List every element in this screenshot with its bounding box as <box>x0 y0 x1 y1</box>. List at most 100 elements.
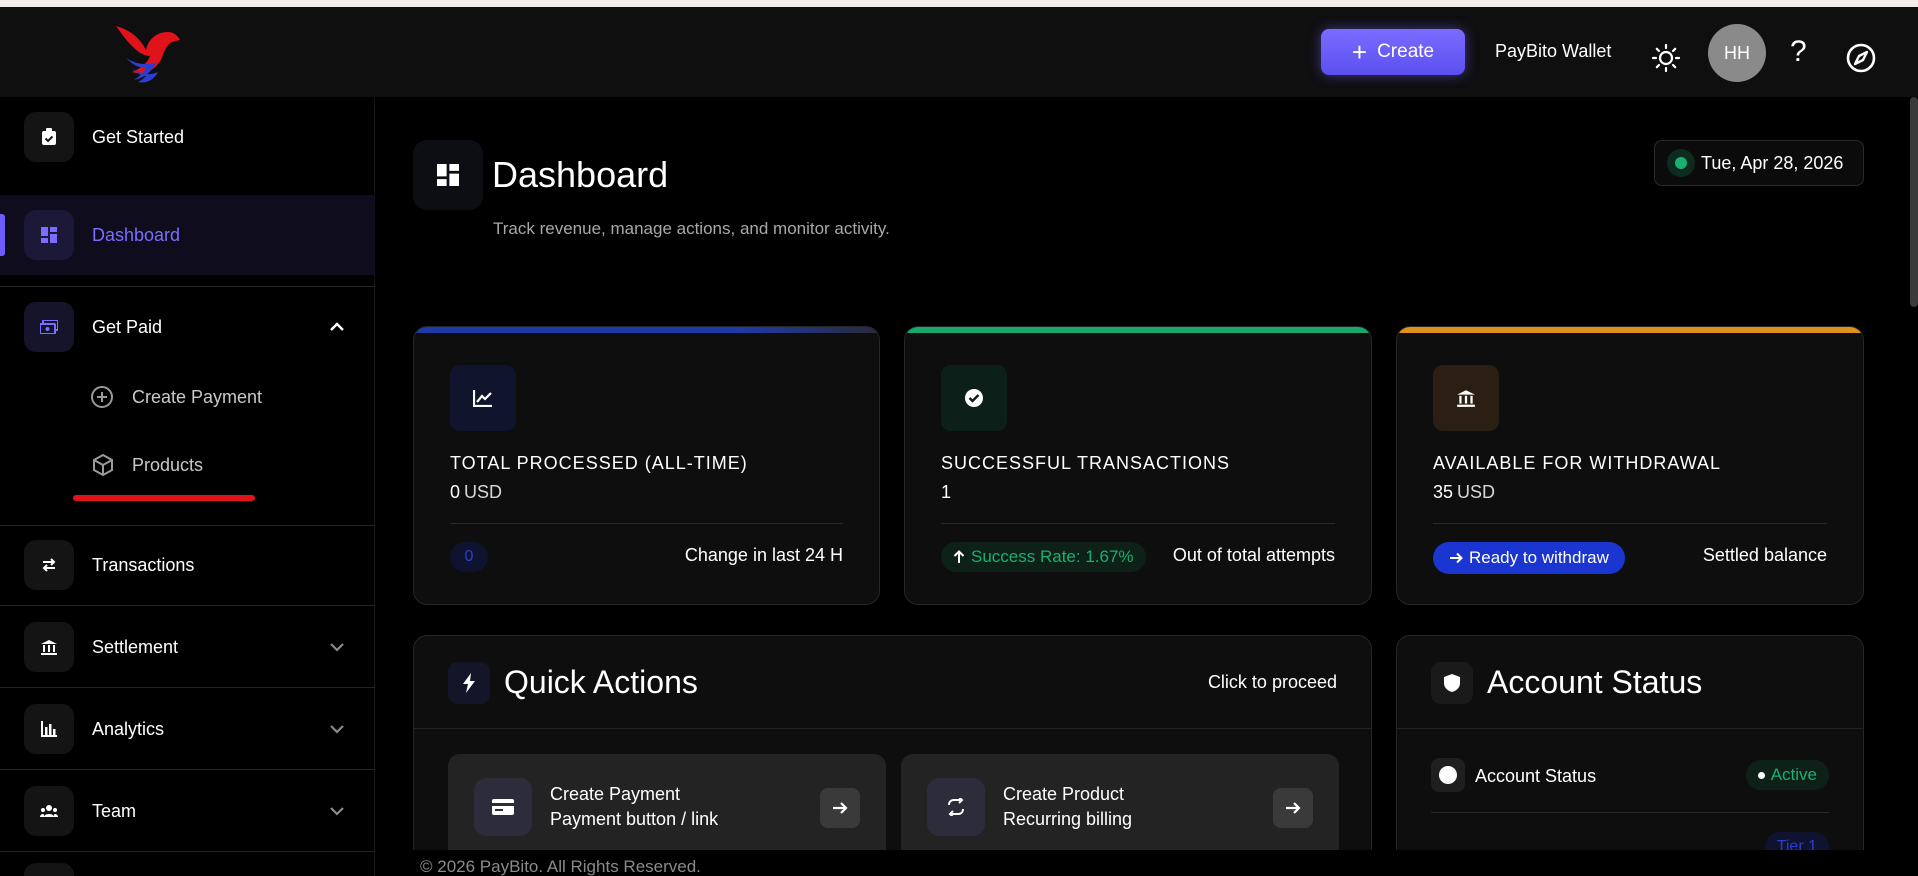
sidebar-item-label: Get Started <box>92 126 185 147</box>
clipboard-check-icon <box>24 112 74 162</box>
sidebar-item-team[interactable]: Team <box>0 781 375 841</box>
card-value: 0 USD <box>450 482 502 503</box>
sidebar-item-label: Dashboard <box>92 224 181 245</box>
tile-subtitle: Payment button / link <box>550 809 719 829</box>
sidebar-item-dashboard[interactable]: Dashboard <box>0 195 375 275</box>
stat-card-available-withdrawal: AVAILABLE FOR WITHDRAWAL 35 USD Ready to … <box>1396 326 1864 605</box>
active-indicator <box>0 214 5 256</box>
ready-to-withdraw-label: Ready to withdraw <box>1469 548 1609 567</box>
panel-divider <box>414 728 1371 729</box>
current-date: Tue, Apr 28, 2026 <box>1701 152 1844 173</box>
paybito-logo-icon[interactable] <box>112 22 182 84</box>
stat-card-total-processed: TOTAL PROCESSED (ALL-TIME) 0 USD 0 Change… <box>413 326 880 605</box>
recurring-icon <box>927 778 985 836</box>
sidebar-item-transactions[interactable]: Transactions <box>0 535 375 595</box>
success-rate-text: Success Rate: 1.67% <box>971 547 1134 566</box>
chevron-up-icon <box>330 322 344 331</box>
check-circle-icon <box>941 365 1007 431</box>
success-rate-badge: Success Rate: 1.67% <box>941 542 1146 572</box>
date-chip: Tue, Apr 28, 2026 <box>1654 140 1864 186</box>
sun-theme-toggle-icon[interactable] <box>1651 43 1681 73</box>
arrow-right-icon[interactable] <box>1273 788 1313 828</box>
sidebar-item-settlement[interactable]: Settlement <box>0 617 375 677</box>
create-button-label: Create <box>1377 41 1435 62</box>
bar-chart-icon <box>24 704 74 754</box>
status-text: Active <box>1770 765 1817 784</box>
status-dot <box>1757 771 1765 779</box>
card-divider <box>450 523 843 524</box>
dashboard-header-icon <box>413 140 483 210</box>
sidebar-divider <box>0 687 375 688</box>
card-divider <box>1433 523 1827 524</box>
card-note: Change in last 24 H <box>684 545 843 565</box>
row-divider <box>1431 812 1829 813</box>
card-value: 1 <box>941 482 951 503</box>
sidebar-divider <box>0 605 375 606</box>
page-subtitle: Track revenue, manage actions, and monit… <box>493 219 890 238</box>
arrow-right-icon <box>1450 552 1463 564</box>
status-circle-icon <box>1431 758 1465 792</box>
sidebar-item-analytics[interactable]: Analytics <box>0 699 375 759</box>
status-badge: Active <box>1745 760 1829 790</box>
account-status-label: Account Status <box>1475 766 1597 786</box>
page-scrollbar[interactable] <box>1910 97 1918 307</box>
create-button[interactable]: + Create <box>1321 29 1465 75</box>
card-accent <box>414 327 879 333</box>
value-unit: USD <box>1457 482 1496 502</box>
value-number: 1 <box>941 482 952 502</box>
compass-icon[interactable] <box>1845 42 1877 74</box>
dashboard-grid-icon <box>24 210 74 260</box>
tile-title: Create Payment <box>550 784 681 804</box>
footer-copyright: © 2026 PayBito. All Rights Reserved. <box>420 857 701 876</box>
sidebar-divider <box>0 851 375 852</box>
shield-icon <box>1431 662 1473 704</box>
user-avatar[interactable]: HH <box>1708 24 1766 82</box>
sidebar-item-label: Team <box>92 800 137 821</box>
sidebar-item-label: Settlement <box>92 636 179 657</box>
quick-action-create-product[interactable]: Create Product Recurring billing <box>901 754 1339 864</box>
top-navbar: + Create PayBito Wallet HH ? <box>0 7 1918 97</box>
card-divider <box>941 523 1335 524</box>
card-note: Settled balance <box>1702 545 1827 565</box>
page-title: Dashboard <box>492 154 669 195</box>
money-icon <box>24 302 74 352</box>
card-note: Out of total attempts <box>1172 545 1335 565</box>
sidebar-item-label: Get Paid <box>92 316 163 337</box>
sidebar: Get Started Dashboard Get Paid Create Pa… <box>0 97 375 876</box>
change-badge: 0 <box>450 542 488 572</box>
quick-actions-title: Quick Actions <box>504 664 698 700</box>
sidebar-item-get-started[interactable]: Get Started <box>0 107 375 167</box>
quick-actions-panel: Quick Actions Click to proceed Create Pa… <box>413 635 1372 876</box>
panel-divider <box>1397 728 1863 729</box>
tile-title: Create Product <box>1003 784 1125 804</box>
line-chart-icon <box>450 365 516 431</box>
arrow-up-icon <box>953 550 965 563</box>
browser-top-strip <box>0 0 1918 7</box>
quick-action-create-payment[interactable]: Create Payment Payment button / link <box>448 754 886 864</box>
arrow-right-icon[interactable] <box>820 788 860 828</box>
card-accent <box>1397 327 1863 333</box>
status-dot-icon <box>1667 149 1695 177</box>
card-title: AVAILABLE FOR WITHDRAWAL <box>1433 453 1722 473</box>
sidebar-divider <box>0 769 375 770</box>
value-number: 35 <box>1433 482 1454 502</box>
help-icon[interactable]: ? <box>1790 35 1807 69</box>
account-status-panel: Account Status Account Status Active Tie… <box>1396 635 1864 876</box>
team-icon <box>24 786 74 836</box>
sidebar-subitem-label: Create Payment <box>132 387 263 407</box>
swap-arrows-icon <box>24 540 74 590</box>
sidebar-item-label: Analytics <box>92 718 165 739</box>
plus-circle-icon <box>91 386 113 408</box>
value-number: 0 <box>450 482 461 502</box>
sidebar-item-partial <box>24 863 74 876</box>
sidebar-item-get-paid[interactable]: Get Paid <box>0 297 375 357</box>
ready-to-withdraw-button[interactable]: Ready to withdraw <box>1433 542 1625 574</box>
chevron-down-icon <box>330 725 344 734</box>
chevron-down-icon <box>330 643 344 652</box>
tile-subtitle: Recurring billing <box>1003 809 1133 829</box>
bank-icon <box>1433 365 1499 431</box>
chevron-down-icon <box>330 807 344 816</box>
stat-card-successful-transactions: SUCCESSFUL TRANSACTIONS 1 Success Rate: … <box>904 326 1372 605</box>
paybito-wallet-link[interactable]: PayBito Wallet <box>1495 41 1611 62</box>
sidebar-divider <box>0 286 375 287</box>
